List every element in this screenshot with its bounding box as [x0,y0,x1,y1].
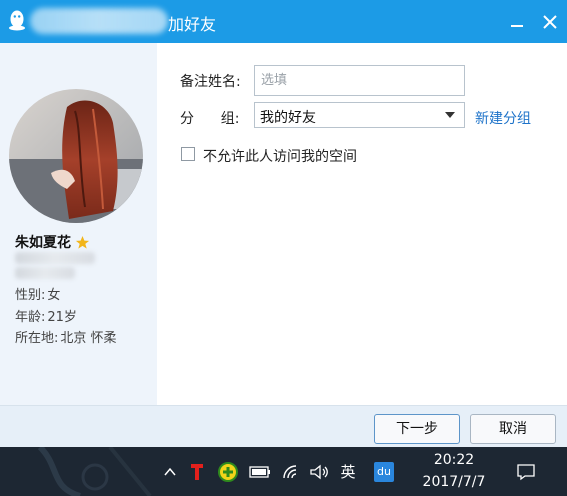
age-value: 21岁 [47,310,77,325]
group-selected-value: 我的好友 [260,110,316,126]
cancel-button[interactable]: 取消 [470,414,556,444]
gender-info: 性别: 女 [15,284,60,303]
gender-value: 女 [47,288,61,303]
blurred-signature [15,252,95,264]
wifi-icon[interactable] [281,447,303,496]
nickname-row: 朱如夏花 [15,232,90,252]
privacy-checkbox[interactable] [181,147,195,161]
nickname: 朱如夏花 [15,235,71,251]
new-group-link[interactable]: 新建分组 [475,108,531,128]
window-title: 加好友 [168,15,217,34]
location-info: 所在地: 北京 怀柔 [15,327,117,346]
profile-panel: 朱如夏花 性别: 女 年龄: 21岁 所在地: 北京 怀柔 [0,43,157,405]
baidu-app-icon[interactable]: du [372,447,396,496]
clock-time: 20:22 [433,452,475,468]
avatar[interactable] [9,89,143,223]
volume-icon[interactable] [308,447,330,496]
star-icon [75,235,90,249]
group-label: 分 组: [180,111,240,127]
chevron-down-icon [445,112,455,118]
chevron-up-icon[interactable] [160,447,180,496]
privacy-checkbox-label[interactable]: 不允许此人访问我的空间 [203,146,357,166]
group-select[interactable]: 我的好友 [254,102,465,128]
next-step-button[interactable]: 下一步 [374,414,460,444]
input-method-indicator[interactable]: 英 [337,447,359,496]
title-bar[interactable]: 加好友 [0,0,567,43]
age-label: 年龄: [15,310,46,325]
battery-icon[interactable] [249,447,271,496]
remark-label: 备注姓名: [180,74,241,90]
age-info: 年龄: 21岁 [15,306,77,325]
notification-icon[interactable] [513,447,539,496]
clock-date: 2017/7/7 [422,474,486,490]
blurred-account [15,267,75,279]
taskbar-clock[interactable]: 20:22 2017/7/7 [417,449,491,493]
remark-input[interactable] [254,65,465,96]
security-app-icon[interactable] [217,447,239,496]
minimize-icon[interactable] [505,10,529,34]
location-value: 北京 怀柔 [60,331,117,346]
gender-label: 性别: [15,288,46,303]
close-icon[interactable] [538,10,562,34]
blurred-account-name [30,8,168,34]
qq-penguin-icon [9,10,25,31]
button-bar: 下一步 取消 [0,405,567,447]
location-label: 所在地: [15,331,59,346]
baidu-app-label: du [374,461,394,482]
red-t-app-icon[interactable] [187,447,207,496]
taskbar: 英 du 20:22 2017/7/7 [0,447,567,496]
add-friend-window: 加好友 朱如夏花 性别: 女 年龄: 21岁 所在地: 北京 怀柔 备注姓名: … [0,0,567,447]
